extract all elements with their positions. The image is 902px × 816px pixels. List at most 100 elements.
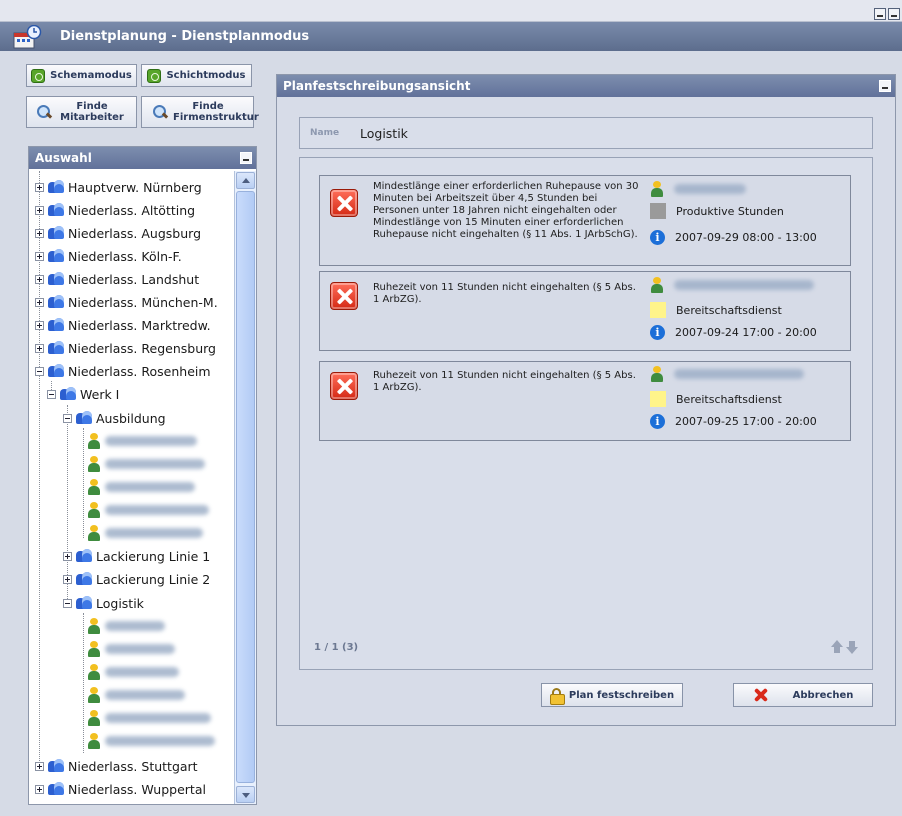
- redacted-name: [674, 184, 746, 194]
- tree-item[interactable]: Niederlass. München-M.: [35, 291, 218, 313]
- tree-item-employee[interactable]: [87, 430, 197, 452]
- person-icon: [87, 687, 101, 703]
- group-icon: [48, 249, 64, 263]
- arrow-down-icon[interactable]: [846, 640, 858, 654]
- violation-card[interactable]: Ruhezeit von 11 Stunden nicht eingehalte…: [319, 361, 851, 441]
- tree-item-employee[interactable]: [87, 499, 209, 521]
- tree-item[interactable]: Lackierung Linie 2: [63, 568, 210, 590]
- scroll-down-icon[interactable]: [236, 786, 255, 803]
- tree-item-employee[interactable]: [87, 615, 165, 637]
- tree-item[interactable]: Niederlass. Stuttgart: [35, 755, 198, 777]
- tree-item-label: Niederlass. Landshut: [68, 271, 200, 287]
- collapse-icon[interactable]: [879, 80, 891, 92]
- tree-item[interactable]: Niederlass. Wuppertal: [35, 778, 206, 800]
- schemamodus-button[interactable]: Schemamodus: [26, 64, 137, 87]
- expand-icon[interactable]: [35, 251, 44, 261]
- tree-item[interactable]: Logistik: [63, 592, 144, 614]
- schichtmodus-button[interactable]: Schichtmodus: [141, 64, 252, 87]
- collapse-node-icon[interactable]: [35, 366, 44, 376]
- tree-item[interactable]: Werk I: [47, 383, 119, 405]
- tree-item-employee[interactable]: [87, 707, 211, 729]
- person-icon: [87, 710, 101, 726]
- tree-item[interactable]: Niederlass. Altötting: [35, 199, 195, 221]
- tree-item-label: Niederlass. Wuppertal: [68, 781, 206, 797]
- tree-item[interactable]: Niederlass. Köln-F.: [35, 245, 182, 267]
- person-icon: [650, 366, 664, 382]
- category-swatch: [650, 302, 666, 318]
- redacted-name: [105, 667, 179, 677]
- collapse-node-icon[interactable]: [47, 389, 56, 399]
- person-icon: [87, 641, 101, 657]
- tree-item-employee[interactable]: [87, 684, 185, 706]
- expand-icon[interactable]: [63, 574, 72, 584]
- category-line: Bereitschaftsdienst: [650, 299, 850, 321]
- tree-item[interactable]: Niederlass. Landshut: [35, 268, 199, 290]
- tree-item-employee[interactable]: [87, 476, 195, 498]
- redacted-name: [105, 644, 175, 654]
- tree-guide: [83, 613, 84, 753]
- tree-scrollbar[interactable]: [234, 171, 256, 804]
- plan-festschreiben-label: Plan festschreiben: [568, 689, 675, 701]
- expand-icon[interactable]: [35, 784, 44, 794]
- expand-icon[interactable]: [35, 320, 44, 330]
- finde-mitarbeiter-label: Finde Mitarbeiter: [60, 101, 124, 123]
- category-label: Bereitschaftsdienst: [676, 303, 782, 317]
- tree-item[interactable]: Lackierung Linie 1: [63, 545, 210, 567]
- group-icon: [48, 203, 64, 217]
- expand-icon[interactable]: [35, 297, 44, 307]
- tree-item-label: Werk I: [80, 386, 120, 402]
- violation-message: Ruhezeit von 11 Stunden nicht eingehalte…: [373, 282, 636, 305]
- scroll-up-icon[interactable]: [236, 172, 255, 189]
- tree-item-employee[interactable]: [87, 638, 175, 660]
- tree-item[interactable]: Niederlass. Augsburg: [35, 222, 201, 244]
- info-icon: i: [650, 324, 665, 340]
- tree-item[interactable]: Ausbildung: [63, 407, 166, 429]
- tree-item[interactable]: Niederlass. Rosenheim: [35, 360, 211, 382]
- name-field: Name Logistik: [299, 117, 873, 149]
- error-icon: [330, 372, 358, 400]
- tree-item[interactable]: Niederlass. Marktredw.: [35, 314, 211, 336]
- minimize-icon[interactable]: [874, 8, 886, 20]
- tree-item[interactable]: Niederlass. Regensburg: [35, 337, 216, 359]
- collapse-node-icon[interactable]: [63, 413, 72, 423]
- schichtmodus-label: Schichtmodus: [166, 70, 246, 81]
- window-controls: [874, 8, 900, 20]
- arrow-up-icon[interactable]: [831, 640, 843, 654]
- violation-card[interactable]: Ruhezeit von 11 Stunden nicht eingehalte…: [319, 271, 851, 351]
- expand-icon[interactable]: [35, 182, 44, 192]
- datetime-label: 2007-09-29 08:00 - 13:00: [675, 230, 817, 244]
- expand-icon[interactable]: [63, 551, 72, 561]
- expand-icon[interactable]: [35, 761, 44, 771]
- window-titlebar: Dienstplanung - Dienstplanmodus: [0, 22, 902, 51]
- finde-mitarbeiter-button[interactable]: Finde Mitarbeiter: [26, 96, 137, 128]
- violation-message: Ruhezeit von 11 Stunden nicht eingehalte…: [373, 370, 636, 393]
- expand-icon[interactable]: [35, 343, 44, 353]
- abbrechen-button[interactable]: Abbrechen: [733, 683, 873, 707]
- tree-item[interactable]: Hauptverw. Nürnberg: [35, 176, 202, 198]
- violation-card[interactable]: Mindestlänge einer erforderlichen Ruhepa…: [319, 175, 851, 266]
- plan-festschreiben-button[interactable]: Plan festschreiben: [541, 683, 683, 707]
- category-label: Bereitschaftsdienst: [676, 392, 782, 406]
- tree-guide: [83, 428, 84, 538]
- category-line: Produktive Stunden: [650, 200, 850, 222]
- group-icon: [76, 572, 92, 586]
- tree-item-employee[interactable]: [87, 522, 203, 544]
- datetime-label: 2007-09-24 17:00 - 20:00: [675, 325, 817, 339]
- tree-item-employee[interactable]: [87, 730, 215, 752]
- top-strip: [0, 0, 902, 22]
- expand-icon[interactable]: [35, 205, 44, 215]
- error-icon: [330, 189, 358, 217]
- restore-icon[interactable]: [888, 8, 900, 20]
- collapse-icon[interactable]: [240, 152, 252, 164]
- finde-firmenstruktur-button[interactable]: Finde Firmenstruktur: [141, 96, 259, 128]
- collapse-node-icon[interactable]: [63, 598, 72, 608]
- person-icon: [87, 525, 101, 541]
- plan-title: Planfestschreibungsansicht: [283, 79, 471, 93]
- tree-item-employee[interactable]: [87, 453, 205, 475]
- expand-icon[interactable]: [35, 228, 44, 238]
- tree-item-label: Niederlass. München-M.: [68, 294, 218, 310]
- expand-icon[interactable]: [35, 274, 44, 284]
- group-icon: [48, 318, 64, 332]
- scroll-thumb[interactable]: [236, 191, 255, 783]
- tree-item-employee[interactable]: [87, 661, 179, 683]
